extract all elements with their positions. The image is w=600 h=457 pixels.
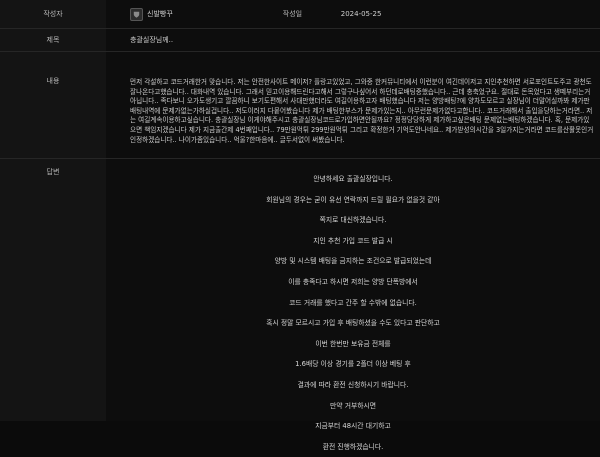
answer-line: 지인 추천 가입 코드 발급 시: [313, 236, 393, 245]
author-cell: 신발빵꾸 작성일 2024-05-25: [106, 0, 600, 28]
answer-body: 안녕하세요 출괄실장입니다. 회원님의 경우는 굳이 유선 연락까지 드릴 필요가…: [106, 159, 600, 451]
post-title: 충괄실장님께..: [106, 29, 600, 51]
answer-line: 1.6배당 이상 경기를 2폴더 이상 베팅 후: [295, 360, 411, 369]
answer-label: 답변: [0, 159, 106, 421]
title-label: 제목: [0, 29, 106, 51]
answer-line: 양방 및 시스템 배팅을 금지하는 조건으로 발급되었는데: [274, 257, 432, 266]
rank-badge-icon: [130, 7, 143, 21]
answer-lines: 안녕하세요 출괄실장입니다. 회원님의 경우는 굳이 유선 연락까지 드릴 필요가…: [106, 169, 600, 457]
answer-line: 만약 거부하시면: [330, 401, 376, 410]
answer-line: 안녕하세요 출괄실장입니다.: [313, 175, 393, 183]
answer-row: 답변 안녕하세요 출괄실장입니다. 회원님의 경우는 굳이 유선 연락까지 드릴 …: [0, 159, 600, 451]
answer-line: 환전 진행하겠습니다.: [322, 442, 384, 451]
answer-line: 회원님의 경우는 굳이 유선 연락까지 드릴 필요가 없을것 같아: [266, 195, 440, 204]
content-label: 내용: [0, 52, 106, 158]
answer-line: 쪽지로 대신하겠습니다.: [319, 216, 387, 225]
title-row: 제목 충괄실장님께..: [0, 29, 600, 52]
answer-line: 이번 한번만 보유금 전체를: [315, 339, 391, 348]
author-label: 작성자: [0, 0, 106, 28]
post-detail-board: 작성자 신발빵꾸 작성일 2024-05-25 제목 충괄실장님께.. 내용 먼…: [0, 0, 600, 451]
author-name[interactable]: 신발빵꾸: [147, 9, 173, 19]
answer-line: 혹시 정말 모르시고 가입 후 배팅하셨을 수도 있다고 판단하고: [266, 319, 440, 328]
answer-line: 지금부터 48시간 대기하고: [315, 422, 391, 431]
answer-line: 결과에 따라 환전 신청하시기 바랍니다.: [297, 380, 409, 389]
post-date: 2024-05-25: [340, 10, 382, 18]
answer-line: 코드 거래를 했다고 간주 할 수밖에 없습니다.: [289, 298, 417, 307]
date-label: 작성일: [282, 10, 303, 18]
answer-line: 이를 충족다고 하시면 저희는 양방 단폭방에서: [288, 277, 418, 286]
post-content: 먼저 각설하고 코드거래한거 맞습니다. 저는 안전한사이트 메이저? 플랑고있…: [106, 52, 600, 158]
author-row: 작성자 신발빵꾸 작성일 2024-05-25: [0, 0, 600, 29]
content-row: 내용 먼저 각설하고 코드거래한거 맞습니다. 저는 안전한사이트 메이저? 플…: [0, 52, 600, 159]
